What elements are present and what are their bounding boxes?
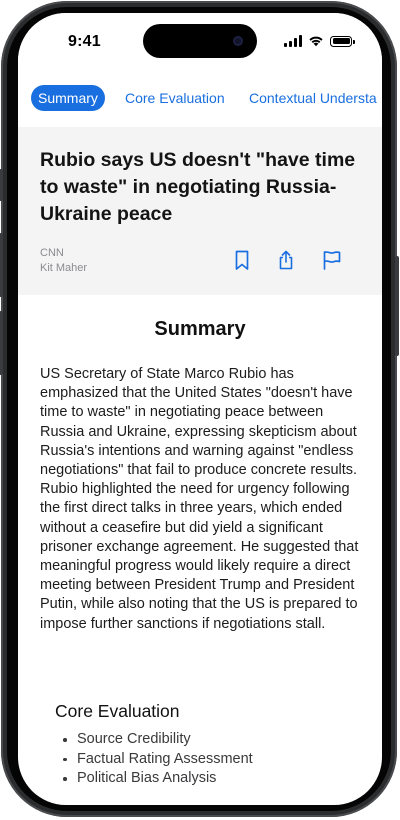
article-header: Rubio says US doesn't "have time to wast…: [18, 127, 382, 295]
summary-heading: Summary: [154, 318, 246, 340]
article-headline: Rubio says US doesn't "have time to wast…: [40, 149, 356, 225]
wifi-icon: [309, 36, 323, 47]
tab-bar: Summary Core Evaluation Contextual Under…: [18, 83, 382, 113]
action-button: [0, 169, 3, 201]
bookmark-button[interactable]: [229, 248, 255, 272]
tab-contextual-understanding[interactable]: Contextual Understa: [242, 85, 382, 111]
tab-summary[interactable]: Summary: [31, 85, 105, 111]
report-flag-button[interactable]: [319, 248, 345, 272]
dynamic-island: [143, 24, 257, 58]
article-source: CNN: [40, 247, 64, 259]
summary-text: US Secretary of State Marco Rubio has em…: [40, 366, 359, 632]
list-item-source-credibility: Source Credibility: [63, 730, 253, 750]
core-evaluation-heading: Core Evaluation: [55, 701, 180, 721]
article-author: Kit Maher: [40, 262, 88, 274]
status-icons: [284, 35, 355, 47]
flag-icon: [323, 251, 341, 270]
tab-core-evaluation[interactable]: Core Evaluation: [118, 85, 232, 111]
cellular-signal-icon: [284, 35, 302, 47]
share-icon: [279, 250, 293, 270]
share-button[interactable]: [273, 248, 299, 272]
power-button: [395, 256, 399, 356]
list-item-factual-rating: Factual Rating Assessment: [63, 750, 253, 770]
volume-up-button: [0, 233, 3, 297]
bookmark-icon: [235, 250, 249, 270]
battery-icon: [330, 35, 355, 47]
volume-down-button: [0, 311, 3, 375]
front-camera-icon: [233, 36, 243, 46]
list-item-political-bias: Political Bias Analysis: [63, 769, 253, 789]
status-bar: 9:41: [18, 13, 382, 73]
core-evaluation-list: Source Credibility Factual Rating Assess…: [63, 730, 253, 789]
status-time: 9:41: [68, 33, 101, 50]
screen: 9:41 Summary Core Evaluation Contextual …: [18, 13, 382, 805]
